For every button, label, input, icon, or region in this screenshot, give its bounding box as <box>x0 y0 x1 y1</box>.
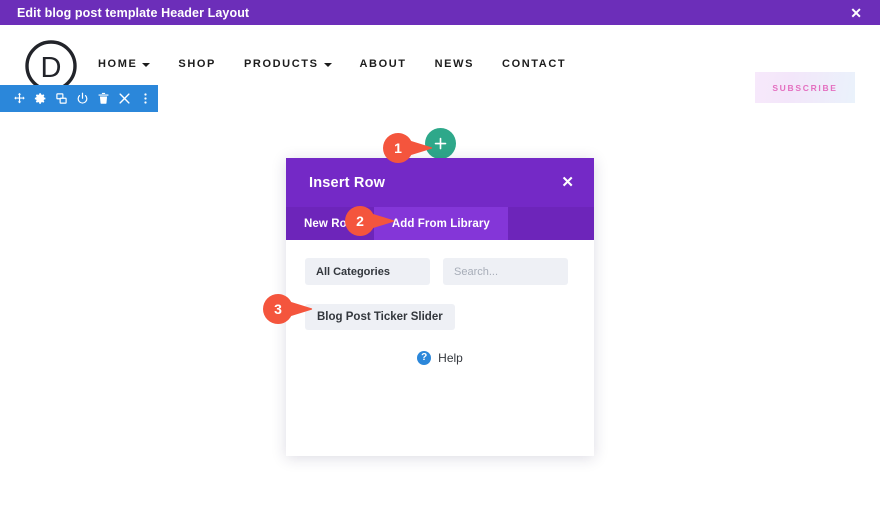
close-icon[interactable] <box>114 85 135 112</box>
filter-row: All Categories Search... <box>305 258 575 285</box>
nav-item-home[interactable]: HOME <box>98 58 151 70</box>
nav-item-label: PRODUCTS <box>243 58 319 70</box>
nav-item-contact[interactable]: CONTACT <box>502 58 566 70</box>
nav-item-label: CONTACT <box>502 58 567 70</box>
category-filter-value: All Categories <box>316 265 390 278</box>
list-item[interactable]: Blog Post Ticker Slider <box>305 304 455 330</box>
section-toolbar <box>0 85 158 112</box>
modal-header: Insert Row ✕ <box>286 158 594 207</box>
step-marker-1: 1 <box>383 133 433 163</box>
nav-item-news[interactable]: NEWS <box>435 58 474 70</box>
more-options-icon[interactable] <box>135 85 156 112</box>
nav-item-label: ABOUT <box>359 58 407 70</box>
chevron-down-icon <box>142 63 151 67</box>
svg-text:D: D <box>41 52 62 84</box>
modal-title: Insert Row <box>309 174 386 191</box>
site-header: D HOME SHOP PRODUCTS ABOUT NEWS CONTACT … <box>0 25 880 103</box>
nav-item-label: NEWS <box>434 58 475 70</box>
move-icon[interactable] <box>9 85 30 112</box>
step-marker-2: 2 <box>345 206 395 236</box>
nav-item-shop[interactable]: SHOP <box>178 58 216 70</box>
duplicate-icon[interactable] <box>51 85 72 112</box>
gear-icon[interactable] <box>30 85 51 112</box>
modal-body: All Categories Search... Blog Post Ticke… <box>286 240 594 456</box>
modal-tab-bar: New Row Add From Library <box>286 207 594 240</box>
nav-item-label: SHOP <box>178 58 216 70</box>
library-item-label: Blog Post Ticker Slider <box>317 311 443 323</box>
close-icon[interactable]: ✕ <box>558 173 577 192</box>
close-icon[interactable]: ✕ <box>846 4 866 22</box>
help-row: ? Help <box>305 351 575 365</box>
nav-item-about[interactable]: ABOUT <box>360 58 407 70</box>
power-icon[interactable] <box>72 85 93 112</box>
chevron-down-icon <box>323 63 332 67</box>
search-input-placeholder: Search... <box>454 265 499 278</box>
library-items-list: Blog Post Ticker Slider <box>305 304 575 330</box>
tab-label: Add From Library <box>391 217 490 230</box>
top-admin-bar: Edit blog post template Header Layout ✕ <box>0 0 880 25</box>
step-marker-3: 3 <box>263 294 313 324</box>
help-link-label[interactable]: Help <box>438 351 463 365</box>
page-title: Edit blog post template Header Layout <box>17 5 250 20</box>
category-filter-dropdown[interactable]: All Categories <box>305 258 430 285</box>
search-input[interactable]: Search... <box>443 258 568 285</box>
trash-icon[interactable] <box>93 85 114 112</box>
subscribe-button[interactable]: SUBSCRIBE <box>755 72 855 103</box>
subscribe-button-label: SUBSCRIBE <box>772 82 838 93</box>
insert-row-modal: Insert Row ✕ New Row Add From Library Al… <box>286 158 594 456</box>
nav-item-label: HOME <box>98 58 138 70</box>
main-navigation: HOME SHOP PRODUCTS ABOUT NEWS CONTACT <box>98 58 566 70</box>
nav-item-products[interactable]: PRODUCTS <box>244 58 332 70</box>
question-mark-icon[interactable]: ? <box>417 351 432 365</box>
